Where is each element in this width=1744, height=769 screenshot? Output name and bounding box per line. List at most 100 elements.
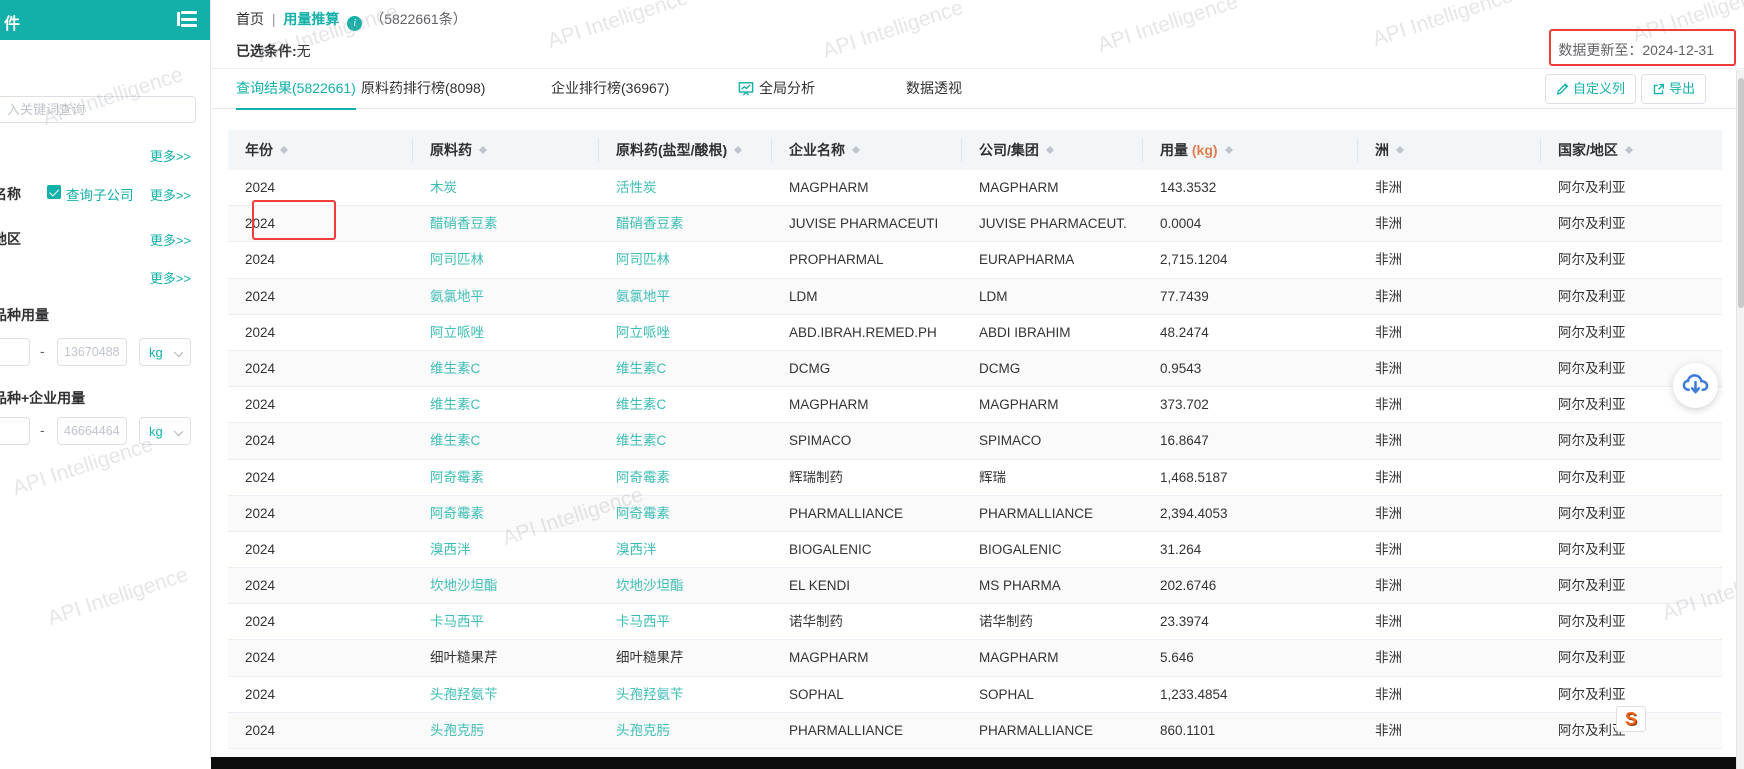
tab-data-pivot[interactable]: 数据透视: [906, 69, 962, 109]
table-row: 2024溴西泮溴西泮BIOGALENICBIOGALENIC31.264非洲阿尔…: [228, 532, 1722, 568]
cell-company: LDM: [772, 279, 962, 314]
cell-continent: 非洲: [1358, 532, 1541, 567]
cell-api[interactable]: 维生素C: [413, 351, 599, 386]
variety-usage-min-input[interactable]: [0, 338, 30, 366]
cell-api-salt[interactable]: 坎地沙坦酯: [599, 568, 772, 603]
sort-icon[interactable]: [279, 142, 289, 158]
sort-icon[interactable]: [733, 142, 743, 158]
cell-api-salt[interactable]: 维生素C: [599, 387, 772, 422]
subsidiary-checkbox[interactable]: [47, 185, 61, 199]
cell-country: 阿尔及利亚: [1541, 315, 1722, 350]
sort-icon[interactable]: [851, 142, 861, 158]
sort-icon[interactable]: [1045, 142, 1055, 158]
variety-usage-max-input[interactable]: [57, 338, 127, 366]
tab-api-ranking[interactable]: 原料药排行榜(8098): [361, 69, 485, 109]
sort-icon[interactable]: [1395, 142, 1405, 158]
column-header[interactable]: 企业名称: [772, 130, 962, 170]
cell-company: SPIMACO: [772, 423, 962, 458]
column-header[interactable]: 国家/地区: [1541, 130, 1722, 170]
cell-api-salt[interactable]: 活性炭: [599, 170, 772, 205]
cell-api[interactable]: 阿奇霉素: [413, 460, 599, 495]
table-row: 2024阿奇霉素阿奇霉素辉瑞制药辉瑞1,468.5187非洲阿尔及利亚: [228, 460, 1722, 496]
cell-api-salt[interactable]: 维生素C: [599, 351, 772, 386]
cell-api-salt[interactable]: 阿立哌唑: [599, 315, 772, 350]
bottom-bar: [211, 757, 1744, 769]
tab-global-analysis[interactable]: 全局分析: [738, 69, 815, 109]
sort-icon[interactable]: [1624, 142, 1634, 158]
unit-value: kg: [149, 424, 163, 439]
export-button[interactable]: 导出: [1641, 74, 1706, 104]
cell-api[interactable]: 头孢羟氨苄: [413, 677, 599, 712]
column-header[interactable]: 原料药: [413, 130, 599, 170]
cell-api[interactable]: 醋硝香豆素: [413, 206, 599, 241]
cell-api-salt[interactable]: 头孢克肟: [599, 713, 772, 748]
chevron-down-icon: [174, 348, 183, 357]
sogou-ime-icon[interactable]: S: [1616, 706, 1646, 732]
subsidiary-checkbox-label[interactable]: 查询子公司: [66, 184, 134, 204]
vertical-scrollbar[interactable]: [1736, 70, 1744, 769]
column-header[interactable]: 原料药(盐型/酸根): [599, 130, 772, 170]
cell-api-salt[interactable]: 阿司匹林: [599, 242, 772, 277]
tab-company-ranking[interactable]: 企业排行榜(36967): [551, 69, 669, 109]
cell-continent: 非洲: [1358, 351, 1541, 386]
variety-company-usage-min-input[interactable]: [0, 417, 30, 445]
cell-api[interactable]: 阿司匹林: [413, 242, 599, 277]
column-header[interactable]: 洲: [1358, 130, 1541, 170]
table-row: 2024卡马西平卡马西平诺华制药诺华制药23.3974非洲阿尔及利亚: [228, 604, 1722, 640]
column-header[interactable]: 年份: [228, 130, 413, 170]
cell-country: 阿尔及利亚: [1541, 279, 1722, 314]
cell-api-salt[interactable]: 阿奇霉素: [599, 460, 772, 495]
cell-api[interactable]: 氨氯地平: [413, 279, 599, 314]
cell-api-salt[interactable]: 氨氯地平: [599, 279, 772, 314]
cell-group: JUVISE PHARMACEUT.: [962, 206, 1143, 241]
cell-api-salt[interactable]: 头孢羟氨苄: [599, 677, 772, 712]
column-header[interactable]: 公司/集团: [962, 130, 1143, 170]
cell-company: MAGPHARM: [772, 170, 962, 205]
table-row: 2024阿奇霉素阿奇霉素PHARMALLIANCEPHARMALLIANCE2,…: [228, 496, 1722, 532]
cell-api-salt[interactable]: 溴西泮: [599, 532, 772, 567]
cell-country: 阿尔及利亚: [1541, 640, 1722, 675]
variety-usage-unit-select[interactable]: kg: [139, 338, 191, 366]
scrollbar-thumb[interactable]: [1738, 78, 1744, 308]
more-link[interactable]: 更多>>: [150, 268, 191, 287]
cell-api[interactable]: 溴西泮: [413, 532, 599, 567]
table-row: 2024醋硝香豆素醋硝香豆素JUVISE PHARMACEUTIJUVISE P…: [228, 206, 1722, 242]
cell-group: ABDI IBRAHIM: [962, 315, 1143, 350]
sort-icon[interactable]: [478, 142, 488, 158]
tab-query-results[interactable]: 查询结果(5822661): [236, 69, 356, 109]
cell-api[interactable]: 卡马西平: [413, 604, 599, 639]
cell-api[interactable]: 维生素C: [413, 387, 599, 422]
more-link[interactable]: 更多>>: [150, 185, 191, 204]
breadcrumb-home[interactable]: 首页: [236, 11, 264, 27]
filter-row: 更多>>: [0, 145, 211, 165]
keyword-search-input[interactable]: [0, 96, 196, 123]
cell-usage: 48.2474: [1143, 315, 1358, 350]
cell-api[interactable]: 维生素C: [413, 423, 599, 458]
cell-continent: 非洲: [1358, 460, 1541, 495]
cell-api[interactable]: 木炭: [413, 170, 599, 205]
cell-api-salt[interactable]: 阿奇霉素: [599, 496, 772, 531]
cell-api[interactable]: 头孢克肟: [413, 713, 599, 748]
record-count: （5822661条）: [370, 11, 467, 27]
cell-country: 阿尔及利亚: [1541, 604, 1722, 639]
column-header[interactable]: 用量 (kg): [1143, 130, 1358, 170]
cell-api[interactable]: 坎地沙坦酯: [413, 568, 599, 603]
cell-api-salt[interactable]: 醋硝香豆素: [599, 206, 772, 241]
cell-company: 辉瑞制药: [772, 460, 962, 495]
more-link[interactable]: 更多>>: [150, 230, 191, 249]
sort-icon[interactable]: [1224, 142, 1234, 158]
variety-company-usage-max-input[interactable]: [57, 417, 127, 445]
cell-usage: 5.646: [1143, 640, 1358, 675]
cell-year: 2024: [228, 496, 413, 531]
cell-api-salt[interactable]: 维生素C: [599, 423, 772, 458]
cell-api[interactable]: 阿奇霉素: [413, 496, 599, 531]
variety-company-usage-unit-select[interactable]: kg: [139, 417, 191, 445]
cell-api-salt[interactable]: 卡马西平: [599, 604, 772, 639]
cell-api[interactable]: 阿立哌唑: [413, 315, 599, 350]
more-link[interactable]: 更多>>: [150, 146, 191, 165]
table-row: 2024细叶糙果芹细叶糙果芹MAGPHARMMAGPHARM5.646非洲阿尔及…: [228, 640, 1722, 676]
cloud-download-button[interactable]: [1673, 363, 1718, 408]
filter-collapse-icon[interactable]: [177, 11, 197, 28]
customize-columns-button[interactable]: 自定义列: [1545, 74, 1636, 104]
info-icon[interactable]: i: [347, 16, 362, 31]
